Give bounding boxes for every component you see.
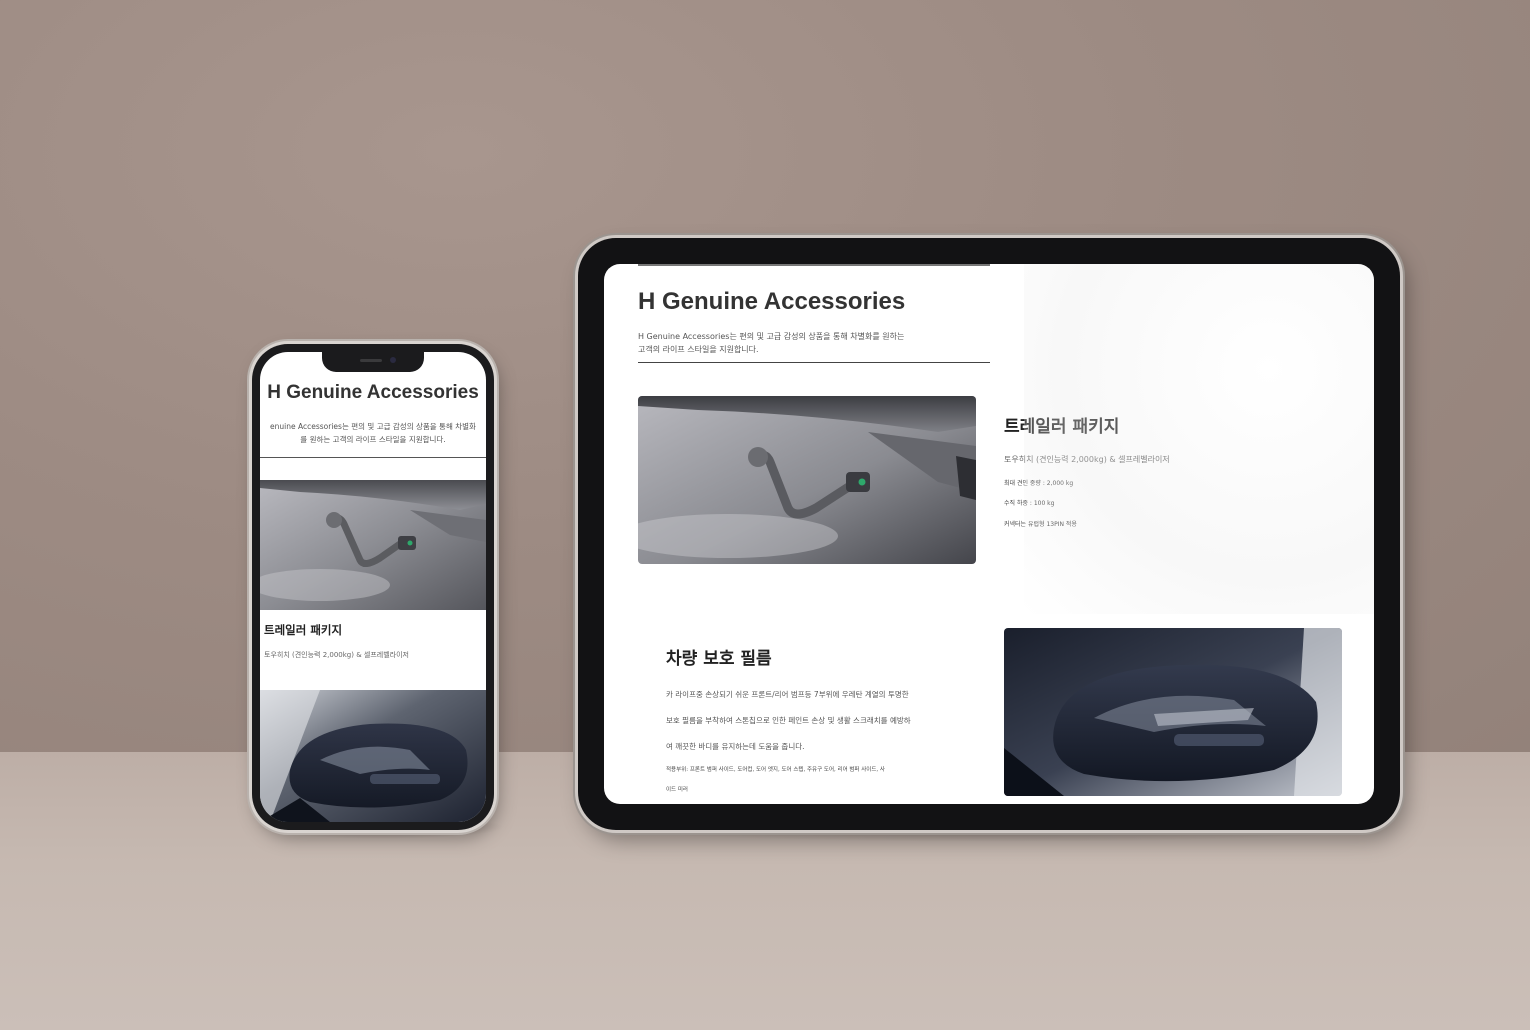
header-top-rule (638, 264, 990, 266)
phone-section-title: 트레일러 패키지 (264, 623, 343, 637)
phone-speaker (360, 359, 382, 362)
trailer-package-title: 트레일러 패키지 (1004, 417, 1120, 437)
protection-film-line: 카 라이프중 손상되기 쉬운 프론트/리어 범프등 7부위에 우레탄 계열의 투… (666, 690, 909, 699)
camera-icon (390, 357, 396, 363)
phone-page-title: H Genuine Accessories (267, 382, 479, 403)
protection-film-line: 여 깨끗한 바디를 유지하는데 도움을 줍니다. (666, 742, 805, 751)
trailer-detail: 최대 견인 중량 : 2,000 kg (1004, 480, 1074, 487)
protection-film-apply-areas: 적용부위: 프론트 범퍼 사이드, 도어컵, 도어 엣지, 도어 스텝, 주유구… (666, 760, 966, 800)
phone-screen: H Genuine Accessories enuine Accessories… (260, 352, 486, 822)
page-description: H Genuine Accessories는 편의 및 고급 감성의 상품을 통… (638, 330, 978, 356)
trailer-package-subtitle: 토우히치 (견인능력 2,000kg) & 셀프레벨라이저 (1004, 455, 1170, 464)
trailer-detail: 커넥터는 유럽형 13PIN 적용 (1004, 521, 1077, 528)
trailer-detail: 수직 하중 : 100 kg (1004, 500, 1055, 507)
screen-glare (1024, 264, 1374, 614)
phone-notch (322, 352, 424, 372)
phone-page-description: enuine Accessories는 편의 및 고급 감성의 상품을 통해 차… (260, 420, 486, 446)
phone-side-mirror-image (260, 690, 486, 822)
protection-film-body: 카 라이프중 손상되기 쉬운 프론트/리어 범프등 7부위에 우레탄 계열의 투… (666, 682, 976, 760)
page-title: H Genuine Accessories (638, 288, 906, 315)
protection-film-line: 보호 필름을 부착하여 스톤칩으로 인한 페인트 손상 및 생활 스크래치를 예… (666, 716, 911, 725)
phone-section-subtitle: 토우히치 (견인능력 2,000kg) & 셀프레벨라이저 (264, 651, 409, 659)
side-mirror-image (1004, 628, 1342, 796)
apply-line: 적용부위: 프론트 범퍼 사이드, 도어컵, 도어 엣지, 도어 스텝, 주유구… (666, 767, 885, 773)
tablet-device: H Genuine Accessories H Genuine Accessor… (578, 238, 1400, 830)
phone-tow-hitch-image (260, 480, 486, 610)
description-line: 고객의 라이프 스타일을 지원합니다. (638, 345, 759, 354)
description-line: H Genuine Accessories는 편의 및 고급 감성의 상품을 통… (638, 332, 905, 341)
tablet-screen: H Genuine Accessories H Genuine Accessor… (604, 264, 1374, 804)
header-divider (638, 362, 990, 363)
phone-divider (260, 457, 486, 458)
protection-film-title: 차량 보호 필름 (666, 649, 772, 669)
phone-description-line: 를 원하는 고객의 라이프 스타일을 지원합니다. (300, 435, 446, 444)
tow-hitch-image (638, 396, 976, 564)
phone-device: H Genuine Accessories enuine Accessories… (252, 344, 494, 830)
phone-description-line: enuine Accessories는 편의 및 고급 감성의 상품을 통해 차… (270, 422, 476, 431)
apply-line: 이드 미러 (666, 787, 688, 793)
